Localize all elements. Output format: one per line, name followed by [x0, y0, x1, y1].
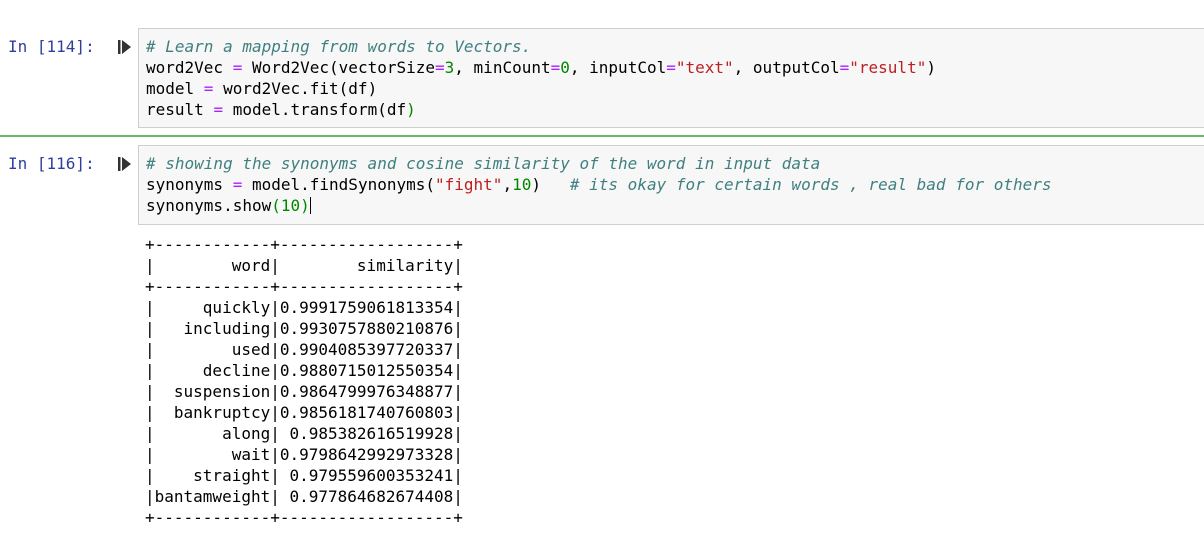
code-comment: # its okay for certain words , real bad … — [569, 175, 1052, 194]
table-row: | suspension|0.9864799976348877| — [145, 382, 463, 401]
code-token: synonyms — [146, 175, 233, 194]
code-comment: # showing the synonyms and cosine simila… — [146, 154, 821, 173]
code-line: synonyms.show(10) — [146, 195, 311, 216]
table-row: |bantamweight| 0.977864682674408| — [145, 487, 463, 506]
table-row: | used|0.9904085397720337| — [145, 340, 463, 359]
code-operator: = — [435, 58, 445, 77]
code-operator: = — [203, 79, 214, 98]
code-operator: = — [232, 58, 243, 77]
code-operator: = — [213, 100, 224, 119]
code-string: "result" — [849, 58, 927, 77]
code-number: 10 — [280, 196, 301, 215]
table-row: | straight| 0.979559600353241| — [145, 466, 463, 485]
code-token: Word2Vec(vectorSize — [242, 58, 435, 77]
table-border: +------------+------------------+ — [145, 235, 463, 254]
code-token: , — [502, 175, 513, 194]
code-token: , inputCol — [569, 58, 667, 77]
code-line: synonyms = model.findSynonyms("fight",10… — [146, 174, 1052, 195]
code-token: model — [146, 79, 204, 98]
code-operator: = — [550, 58, 561, 77]
cell-prompt: In [114]: — [8, 37, 95, 56]
code-token: ) — [926, 58, 936, 77]
code-operator: = — [839, 58, 850, 77]
table-row: | quickly|0.9991759061813354| — [145, 298, 463, 317]
run-cell-icon[interactable] — [118, 39, 132, 55]
code-number: 0 — [560, 58, 570, 77]
code-comment: # Learn a mapping from words to Vectors. — [146, 37, 532, 56]
table-row: | decline|0.9880715012550354| — [145, 361, 463, 380]
table-row: | along| 0.985382616519928| — [145, 424, 463, 443]
table-row: | including|0.9930757880210876| — [145, 319, 463, 338]
code-line: result = model.transform(df) — [146, 99, 416, 120]
code-token: , minCount — [454, 58, 551, 77]
code-number: 3 — [444, 58, 455, 77]
table-header: | word| similarity| — [145, 256, 463, 275]
table-row: | wait|0.9798642992973328| — [145, 445, 463, 464]
code-number: 10 — [512, 175, 532, 194]
cell-prompt: In [116]: — [8, 154, 95, 173]
code-token: word2Vec — [146, 58, 233, 77]
code-editor[interactable]: # Learn a mapping from words to Vectors.… — [138, 28, 1204, 128]
text-cursor — [309, 197, 311, 214]
code-token: result — [146, 100, 214, 119]
cell-output: +------------+------------------+ | word… — [145, 234, 463, 528]
table-border: +------------+------------------+ — [145, 508, 463, 527]
code-token: synonyms.show — [146, 196, 272, 215]
code-line: # Learn a mapping from words to Vectors. — [146, 36, 531, 57]
code-operator: = — [232, 175, 243, 194]
code-token: model.findSynonyms( — [242, 175, 435, 194]
table-row: | bankruptcy|0.9856181740760803| — [145, 403, 463, 422]
code-string: "text" — [675, 58, 734, 77]
code-line: model = word2Vec.fit(df) — [146, 78, 377, 99]
code-token: ) — [531, 175, 570, 194]
code-token: ) — [300, 196, 310, 215]
code-token: word2Vec.fit(df) — [213, 79, 378, 98]
code-line: word2Vec = Word2Vec(vectorSize=3, minCou… — [146, 57, 936, 78]
run-cell-icon[interactable] — [118, 156, 132, 172]
table-rows: | quickly|0.9991759061813354| | including… — [145, 297, 463, 507]
code-operator: = — [666, 58, 676, 77]
code-editor[interactable]: # showing the synonyms and cosine simila… — [138, 145, 1204, 225]
code-token: ) — [406, 100, 416, 119]
code-token: model.transform(df — [223, 100, 407, 119]
table-border: +------------+------------------+ — [145, 277, 463, 296]
code-line: # showing the synonyms and cosine simila… — [146, 153, 820, 174]
code-token: , outputCol — [733, 58, 840, 77]
code-token: ( — [271, 196, 281, 215]
active-cell-indicator — [0, 135, 1204, 137]
code-string: "fight" — [435, 175, 503, 194]
